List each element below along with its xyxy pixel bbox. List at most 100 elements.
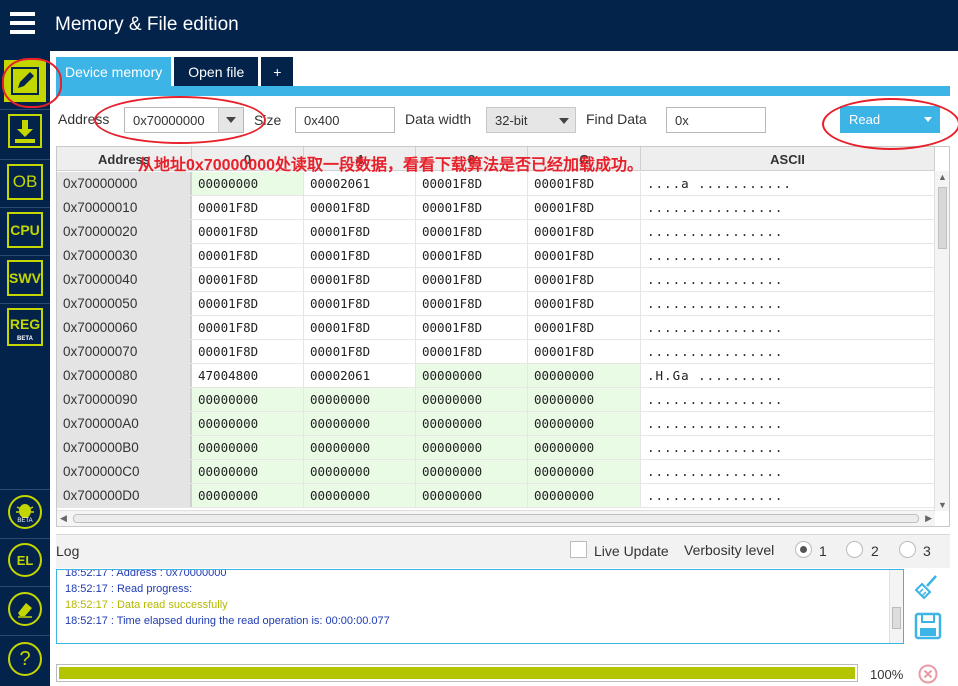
- data-cell[interactable]: 00000000: [528, 412, 641, 435]
- save-log-button[interactable]: [914, 612, 942, 645]
- clear-log-button[interactable]: [914, 574, 940, 605]
- sidebar-item-debug-beta[interactable]: BETA: [8, 495, 42, 529]
- data-cell[interactable]: 00002061: [304, 172, 416, 195]
- address-cell[interactable]: 0x700000B0: [57, 436, 192, 459]
- data-cell[interactable]: 00001F8D: [304, 196, 416, 219]
- sidebar-item-cpu[interactable]: CPU: [7, 212, 43, 248]
- data-cell[interactable]: 00001F8D: [304, 316, 416, 339]
- data-cell[interactable]: 00001F8D: [528, 292, 641, 315]
- data-cell[interactable]: 00000000: [416, 412, 528, 435]
- data-cell[interactable]: 00000000: [304, 484, 416, 507]
- verbosity-radio-1[interactable]: [795, 541, 812, 558]
- verbosity-radio-3[interactable]: [899, 541, 916, 558]
- data-cell[interactable]: 00001F8D: [528, 268, 641, 291]
- ascii-cell[interactable]: ................: [641, 388, 935, 411]
- tab-add-button[interactable]: +: [261, 57, 294, 87]
- vertical-scrollbar[interactable]: ▲ ▼: [934, 171, 949, 511]
- data-cell[interactable]: 00001F8D: [528, 196, 641, 219]
- sidebar-item-download[interactable]: [7, 113, 43, 149]
- scroll-down-icon[interactable]: ▼: [938, 500, 947, 510]
- address-cell[interactable]: 0x70000020: [57, 220, 192, 243]
- ascii-cell[interactable]: ................: [641, 268, 935, 291]
- address-cell[interactable]: 0x70000060: [57, 316, 192, 339]
- data-cell[interactable]: 00001F8D: [304, 244, 416, 267]
- ascii-cell[interactable]: ................: [641, 412, 935, 435]
- scroll-left-icon[interactable]: ◀: [60, 513, 67, 524]
- ascii-cell[interactable]: ................: [641, 244, 935, 267]
- data-cell[interactable]: 00001F8D: [416, 292, 528, 315]
- data-cell[interactable]: 00001F8D: [416, 244, 528, 267]
- address-cell[interactable]: 0x70000090: [57, 388, 192, 411]
- data-cell[interactable]: 00000000: [304, 436, 416, 459]
- scrollbar-thumb[interactable]: [892, 607, 901, 629]
- data-cell[interactable]: 00001F8D: [528, 244, 641, 267]
- sidebar-item-registers[interactable]: REG BETA: [7, 308, 43, 346]
- data-cell[interactable]: 00001F8D: [416, 172, 528, 195]
- data-cell[interactable]: 00000000: [528, 364, 641, 387]
- data-cell[interactable]: 00001F8D: [192, 340, 304, 363]
- sidebar-item-swv[interactable]: SWV: [7, 260, 43, 296]
- data-cell[interactable]: 00001F8D: [528, 316, 641, 339]
- ascii-cell[interactable]: ................: [641, 196, 935, 219]
- data-cell[interactable]: 00001F8D: [304, 292, 416, 315]
- ascii-cell[interactable]: ................: [641, 484, 935, 507]
- ascii-cell[interactable]: ....a ...........: [641, 172, 935, 195]
- scroll-up-icon[interactable]: ▲: [938, 172, 947, 182]
- data-cell[interactable]: 00000000: [192, 460, 304, 483]
- tab-open-file[interactable]: Open file: [174, 57, 259, 87]
- data-cell[interactable]: 00001F8D: [192, 196, 304, 219]
- hamburger-menu-icon[interactable]: [10, 12, 35, 34]
- ascii-cell[interactable]: .H.Ga ..........: [641, 364, 935, 387]
- ascii-cell[interactable]: ................: [641, 220, 935, 243]
- data-cell[interactable]: 00001F8D: [192, 268, 304, 291]
- sidebar-item-erase[interactable]: [8, 592, 42, 626]
- sidebar-item-el[interactable]: EL: [8, 543, 42, 577]
- data-cell[interactable]: 00000000: [304, 388, 416, 411]
- data-cell[interactable]: 00001F8D: [416, 220, 528, 243]
- data-cell[interactable]: 00000000: [416, 460, 528, 483]
- data-cell[interactable]: 47004800: [192, 364, 304, 387]
- ascii-cell[interactable]: ................: [641, 316, 935, 339]
- address-cell[interactable]: 0x700000D0: [57, 484, 192, 507]
- data-cell[interactable]: 00001F8D: [528, 220, 641, 243]
- data-cell[interactable]: 00001F8D: [528, 172, 641, 195]
- data-cell[interactable]: 00000000: [304, 460, 416, 483]
- tab-device-memory[interactable]: Device memory: [56, 57, 172, 87]
- live-update-checkbox[interactable]: [570, 541, 587, 558]
- address-cell[interactable]: 0x70000030: [57, 244, 192, 267]
- data-cell[interactable]: 00001F8D: [304, 268, 416, 291]
- data-cell[interactable]: 00000000: [192, 412, 304, 435]
- data-cell[interactable]: 00000000: [304, 412, 416, 435]
- address-cell[interactable]: 0x700000A0: [57, 412, 192, 435]
- address-cell[interactable]: 0x700000C0: [57, 460, 192, 483]
- scrollbar-thumb[interactable]: [938, 187, 947, 249]
- data-cell[interactable]: 00000000: [528, 388, 641, 411]
- data-cell[interactable]: 00001F8D: [304, 340, 416, 363]
- column-header-ascii[interactable]: ASCII: [641, 147, 935, 171]
- data-cell[interactable]: 00000000: [416, 436, 528, 459]
- address-cell[interactable]: 0x70000080: [57, 364, 192, 387]
- data-cell[interactable]: 00000000: [416, 484, 528, 507]
- data-cell[interactable]: 00001F8D: [192, 292, 304, 315]
- find-data-input[interactable]: 0x: [666, 107, 766, 133]
- sidebar-item-option-bytes[interactable]: OB: [7, 164, 43, 200]
- data-cell[interactable]: 00000000: [416, 364, 528, 387]
- scroll-right-icon[interactable]: ▶: [925, 513, 932, 524]
- data-cell[interactable]: 00001F8D: [192, 220, 304, 243]
- ascii-cell[interactable]: ................: [641, 340, 935, 363]
- ascii-cell[interactable]: ................: [641, 292, 935, 315]
- data-cell[interactable]: 00001F8D: [416, 316, 528, 339]
- data-cell[interactable]: 00000000: [528, 460, 641, 483]
- data-width-select[interactable]: 32-bit: [486, 107, 576, 133]
- data-cell[interactable]: 00002061: [304, 364, 416, 387]
- verbosity-radio-2[interactable]: [846, 541, 863, 558]
- data-cell[interactable]: 00001F8D: [304, 220, 416, 243]
- data-cell[interactable]: 00001F8D: [416, 268, 528, 291]
- data-cell[interactable]: 00001F8D: [192, 244, 304, 267]
- horizontal-scrollbar[interactable]: ◀ ▶: [57, 510, 935, 526]
- cancel-button[interactable]: [918, 664, 938, 686]
- data-cell[interactable]: 00000000: [192, 388, 304, 411]
- sidebar-item-help[interactable]: ?: [8, 642, 42, 676]
- data-cell[interactable]: 00001F8D: [416, 340, 528, 363]
- log-output[interactable]: 18:52:17 : Address : 0x70000000 18:52:17…: [56, 569, 904, 644]
